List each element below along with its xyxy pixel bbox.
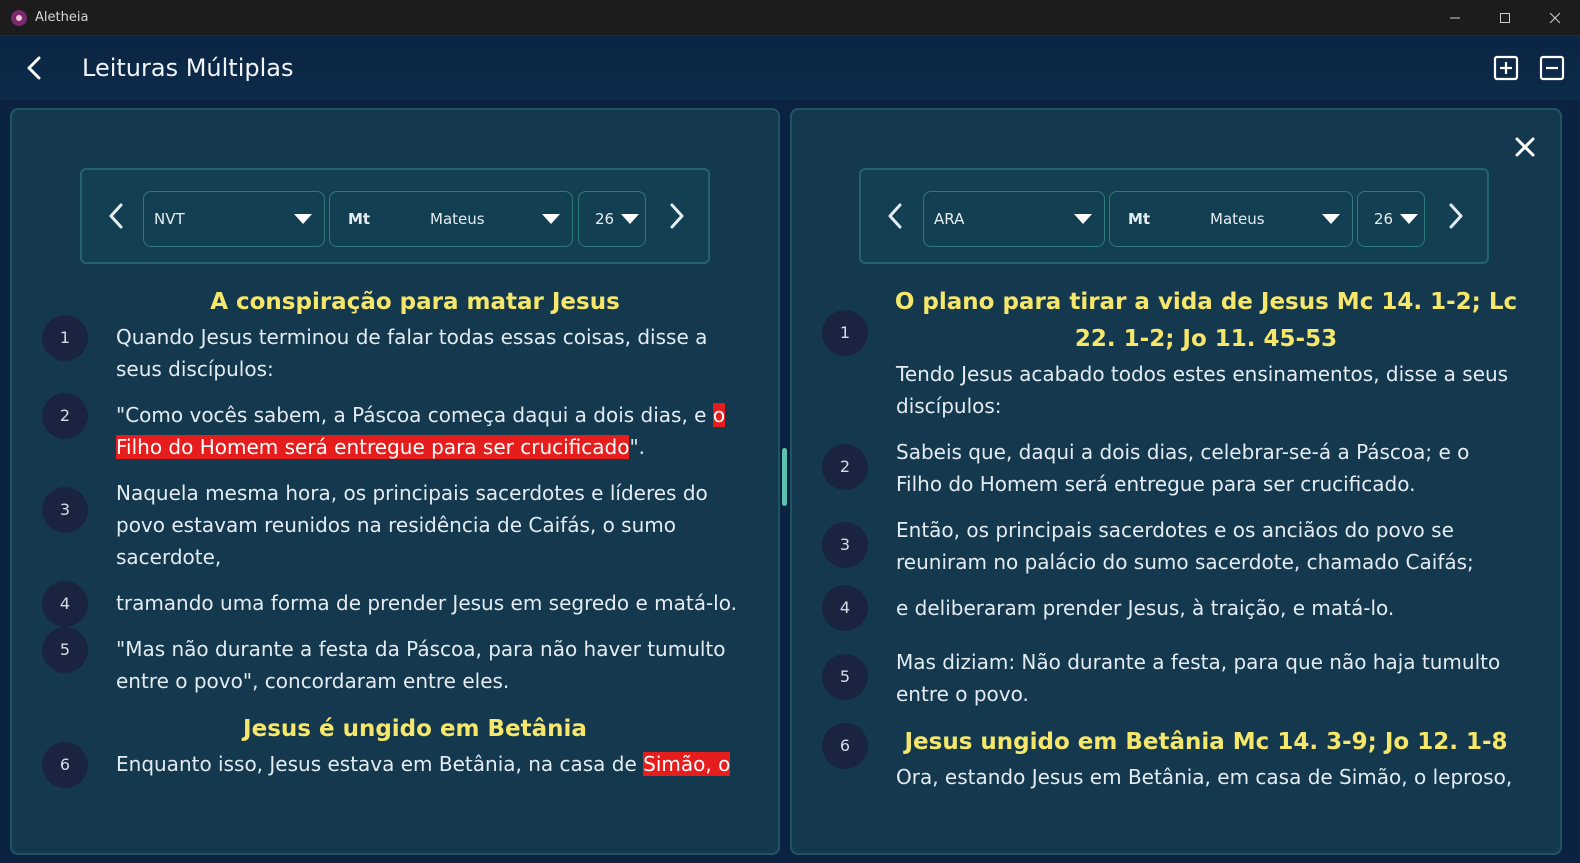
next-chapter-button[interactable] xyxy=(1444,203,1468,229)
app-bar: Leituras Múltiplas xyxy=(0,36,1580,100)
arrow-back-icon xyxy=(27,56,41,80)
chevron-down-icon xyxy=(1322,214,1340,224)
section-heading: O plano para tirar a vida de Jesus Mc 14… xyxy=(894,289,1518,352)
verse-2: 2 Sabeis que, daqui a dois dias, celebra… xyxy=(792,436,1560,500)
verse-text: Então, os principais sacerdotes e os anc… xyxy=(896,518,1474,574)
verse-1: 1 Tendo Jesus acabado todos estes ensina… xyxy=(792,310,1560,422)
verse-text: "Mas não durante a festa da Páscoa, para… xyxy=(116,637,726,693)
panel-splitter-handle[interactable] xyxy=(782,448,787,506)
book-abbreviation: Mt xyxy=(348,210,371,228)
chapter-dropdown[interactable]: 26 xyxy=(578,191,646,247)
add-panel-button[interactable] xyxy=(1490,52,1522,84)
verse-number: 1 xyxy=(42,315,88,361)
book-dropdown[interactable]: Mt Mateus xyxy=(1109,191,1353,247)
minimize-button[interactable] xyxy=(1430,0,1480,35)
verse-text: Tendo Jesus acabado todos estes ensiname… xyxy=(896,362,1509,418)
version-value: NVT xyxy=(154,210,185,228)
verse-text: Sabeis que, daqui a dois dias, celebrar-… xyxy=(896,440,1470,496)
minus-box-icon xyxy=(1539,55,1565,81)
window-title: Aletheia xyxy=(35,10,89,25)
next-chapter-button[interactable] xyxy=(665,203,689,229)
verse-text: Enquanto isso, Jesus estava em Betânia, … xyxy=(116,752,644,776)
close-icon xyxy=(1515,137,1535,157)
previous-chapter-button[interactable] xyxy=(883,203,907,229)
close-panel-button[interactable] xyxy=(1510,132,1540,162)
verse-number: 2 xyxy=(822,444,868,490)
book-dropdown[interactable]: Mt Mateus xyxy=(329,191,573,247)
verse-3: 3 Então, os principais sacerdotes e os a… xyxy=(792,514,1560,578)
remove-panel-button[interactable] xyxy=(1536,52,1568,84)
verse-number: 2 xyxy=(42,393,88,439)
verse-2: 2 "Como vocês sabem, a Páscoa começa daq… xyxy=(12,393,778,463)
title-bar: Aletheia xyxy=(0,0,1580,36)
reading-panel-left: NVT Mt Mateus 26 A conspiração para mata… xyxy=(10,108,780,855)
book-name: Mateus xyxy=(430,210,485,228)
version-dropdown[interactable]: ARA xyxy=(923,191,1105,247)
highlighted-text[interactable]: Simão, o xyxy=(643,752,731,776)
verse-text: "Como vocês sabem, a Páscoa começa daqui… xyxy=(116,403,713,427)
previous-chapter-button[interactable] xyxy=(104,203,128,229)
chevron-right-icon xyxy=(1449,203,1463,229)
verse-text: e deliberaram prender Jesus, à traição, … xyxy=(896,596,1395,620)
section-heading: Jesus é ungido em Betânia xyxy=(243,716,587,742)
book-abbreviation: Mt xyxy=(1128,210,1151,228)
verse-6: 6 Enquanto isso, Jesus estava em Betânia… xyxy=(12,742,778,788)
verse-number: 5 xyxy=(42,627,88,673)
chevron-down-icon xyxy=(1400,214,1418,224)
passage-selector: NVT Mt Mateus 26 xyxy=(80,168,710,264)
page-title: Leituras Múltiplas xyxy=(82,54,294,82)
chevron-down-icon xyxy=(1074,214,1092,224)
verse-text-end: ". xyxy=(629,435,646,459)
app-logo-icon xyxy=(11,9,27,26)
verse-4: 4 tramando uma forma de prender Jesus em… xyxy=(12,581,778,627)
close-icon xyxy=(1549,12,1561,23)
chevron-left-icon xyxy=(888,203,902,229)
maximize-icon xyxy=(1500,12,1510,23)
verse-text: Ora, estando Jesus em Betânia, em casa d… xyxy=(896,765,1513,789)
chevron-right-icon xyxy=(670,203,684,229)
verse-number: 1 xyxy=(822,310,868,356)
verse-4: 4 e deliberaram prender Jesus, à traição… xyxy=(792,585,1560,631)
passage-text: A conspiração para matar Jesus 1 Quando … xyxy=(12,284,778,853)
reading-panel-right: ARA Mt Mateus 26 O plano para tirar a vi… xyxy=(790,108,1562,855)
close-window-button[interactable] xyxy=(1530,0,1580,35)
section-heading: Jesus ungido em Betânia Mc 14. 3-9; Jo 1… xyxy=(904,729,1508,755)
verse-number: 5 xyxy=(822,654,868,700)
verse-number: 3 xyxy=(822,522,868,568)
passage-text: O plano para tirar a vida de Jesus Mc 14… xyxy=(792,284,1560,853)
verse-text: Naquela mesma hora, os principais sacerd… xyxy=(116,481,708,569)
verse-number: 6 xyxy=(822,723,868,769)
maximize-button[interactable] xyxy=(1480,0,1530,35)
verse-number: 4 xyxy=(822,585,868,631)
verse-text: tramando uma forma de prender Jesus em s… xyxy=(116,591,737,615)
minimize-icon xyxy=(1450,17,1460,18)
chapter-value: 26 xyxy=(1374,210,1394,228)
passage-selector: ARA Mt Mateus 26 xyxy=(859,168,1489,264)
add-box-icon xyxy=(1493,55,1519,81)
chevron-left-icon xyxy=(109,203,123,229)
chevron-down-icon xyxy=(542,214,560,224)
version-dropdown[interactable]: NVT xyxy=(143,191,325,247)
verse-5: 5 "Mas não durante a festa da Páscoa, pa… xyxy=(12,627,778,697)
book-name: Mateus xyxy=(1210,210,1265,228)
chevron-down-icon xyxy=(621,214,639,224)
verse-3: 3 Naquela mesma hora, os principais sace… xyxy=(12,477,778,573)
verse-5: 5 Mas diziam: Não durante a festa, para … xyxy=(792,646,1560,710)
version-value: ARA xyxy=(934,210,965,228)
chapter-value: 26 xyxy=(595,210,615,228)
verse-number: 4 xyxy=(42,581,88,627)
back-button[interactable] xyxy=(14,48,54,88)
verse-number: 3 xyxy=(42,487,88,533)
section-heading: A conspiração para matar Jesus xyxy=(210,289,620,315)
verse-6: 6 Ora, estando Jesus em Betânia, em casa… xyxy=(792,723,1560,793)
verse-number: 6 xyxy=(42,742,88,788)
chevron-down-icon xyxy=(294,214,312,224)
verse-text: Mas diziam: Não durante a festa, para qu… xyxy=(896,650,1501,706)
verse-1: 1 Quando Jesus terminou de falar todas e… xyxy=(12,315,778,385)
chapter-dropdown[interactable]: 26 xyxy=(1357,191,1425,247)
verse-text: Quando Jesus terminou de falar todas ess… xyxy=(116,325,708,381)
